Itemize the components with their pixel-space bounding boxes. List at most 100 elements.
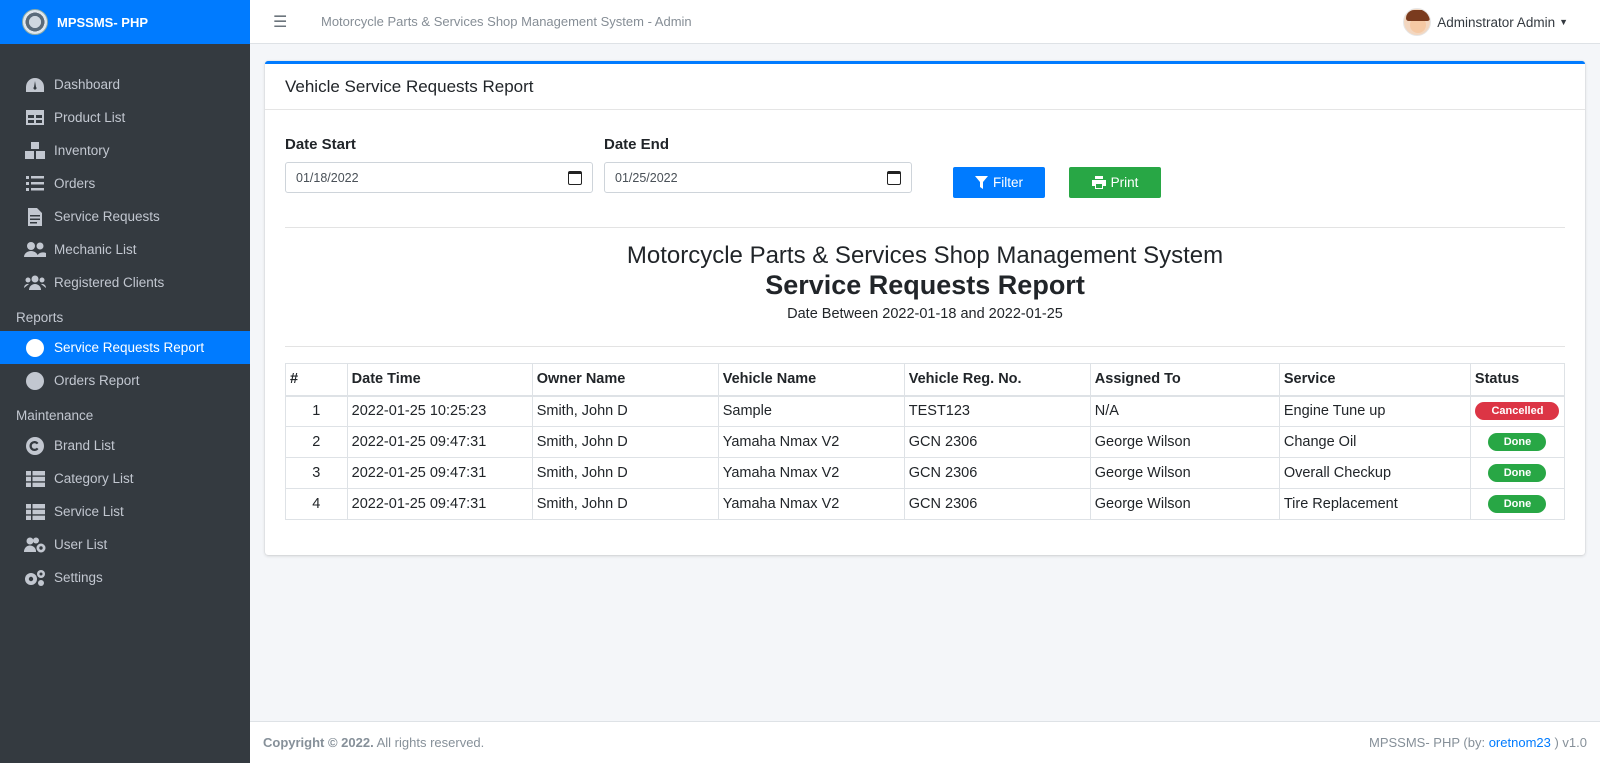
assigned-to-cell: George Wilson bbox=[1089, 488, 1280, 520]
report-card: Vehicle Service Requests Report Date Sta… bbox=[265, 61, 1585, 555]
footer-copyright: Copyright © 2022. All rights reserved. bbox=[263, 735, 484, 750]
assigned-to-cell: George Wilson bbox=[1089, 457, 1280, 489]
sidebar-item-inventory[interactable]: Inventory bbox=[0, 134, 250, 167]
sidebar-item-label: Product List bbox=[54, 110, 126, 125]
top-navbar: ☰ Motorcycle Parts & Services Shop Manag… bbox=[250, 0, 1600, 44]
sidebar-item-label: Orders bbox=[54, 176, 96, 191]
vehicle-reg-cell: GCN 2306 bbox=[903, 488, 1091, 520]
sidebar-item-label: Orders Report bbox=[54, 373, 140, 388]
brand-link[interactable]: MPSSMS- PHP bbox=[0, 0, 250, 44]
sidebar-item-service-requests-report[interactable]: Service Requests Report bbox=[0, 331, 250, 364]
sidebar-item-label: Mechanic List bbox=[54, 242, 137, 257]
th-list-icon bbox=[24, 470, 46, 488]
service-cell: Overall Checkup bbox=[1278, 457, 1471, 489]
list-check-icon bbox=[24, 175, 46, 193]
user-menu[interactable]: Adminstrator Admin ▼ bbox=[1403, 8, 1568, 36]
status-badge: Cancelled bbox=[1475, 402, 1560, 421]
author-link[interactable]: oretnom23 bbox=[1489, 735, 1551, 750]
owner-name-cell: Smith, John D bbox=[531, 457, 719, 489]
footer-credit: MPSSMS- PHP (by: oretnom23 ) v1.0 bbox=[1369, 735, 1587, 750]
copyright-suffix: All rights reserved. bbox=[376, 735, 485, 750]
service-cell: Engine Tune up bbox=[1278, 395, 1471, 427]
status-badge: Done bbox=[1488, 495, 1547, 513]
vehicle-reg-cell: GCN 2306 bbox=[903, 426, 1091, 458]
table-row: 3 2022-01-25 09:47:31 Smith, John D Yama… bbox=[285, 457, 1566, 489]
date-time-cell: 2022-01-25 09:47:31 bbox=[346, 457, 533, 489]
sidebar-item-brand-list[interactable]: Brand List bbox=[0, 429, 250, 462]
service-cell: Change Oil bbox=[1278, 426, 1471, 458]
sidebar-item-label: Service List bbox=[54, 504, 124, 519]
sidebar-item-label: User List bbox=[54, 537, 108, 552]
menu-toggle-icon[interactable]: ☰ bbox=[273, 12, 287, 32]
sidebar-item-category-list[interactable]: Category List bbox=[0, 462, 250, 495]
sidebar-item-product-list[interactable]: Product List bbox=[0, 101, 250, 134]
page-title: Motorcycle Parts & Services Shop Managem… bbox=[321, 14, 692, 29]
boxes-icon bbox=[24, 142, 46, 160]
report-title: Service Requests Report bbox=[765, 270, 1085, 300]
print-icon bbox=[1091, 176, 1106, 189]
service-cell: Tire Replacement bbox=[1278, 488, 1471, 520]
calendar-icon[interactable] bbox=[568, 170, 582, 185]
table-row: 2 2022-01-25 09:47:31 Smith, John D Yama… bbox=[285, 426, 1566, 458]
dashboard-icon bbox=[24, 76, 46, 94]
users-group-icon bbox=[24, 274, 46, 292]
sidebar-item-orders[interactable]: Orders bbox=[0, 167, 250, 200]
table-header-row: # Date Time Owner Name Vehicle Name Vehi… bbox=[285, 363, 1566, 397]
sidebar-item-label: Category List bbox=[54, 471, 134, 486]
date-start-value: 01/18/2022 bbox=[296, 170, 359, 185]
date-end-value: 01/25/2022 bbox=[615, 170, 678, 185]
print-button-label: Print bbox=[1110, 175, 1139, 190]
sidebar-item-mechanic-list[interactable]: Mechanic List bbox=[0, 233, 250, 266]
sidebar-item-registered-clients[interactable]: Registered Clients bbox=[0, 266, 250, 299]
status-cell: Cancelled bbox=[1469, 395, 1566, 427]
card-title: Vehicle Service Requests Report bbox=[265, 64, 1585, 110]
assigned-to-cell: N/A bbox=[1089, 395, 1280, 427]
date-end-label: Date End bbox=[604, 136, 670, 153]
status-cell: Done bbox=[1469, 426, 1566, 458]
brand-name: MPSSMS- PHP bbox=[57, 14, 149, 30]
column-header: Service bbox=[1278, 363, 1471, 397]
calendar-icon[interactable] bbox=[887, 170, 901, 185]
vehicle-name-cell: Sample bbox=[717, 395, 905, 427]
report-system-name: Motorcycle Parts & Services Shop Managem… bbox=[626, 242, 1224, 269]
table-icon bbox=[24, 109, 46, 127]
row-number: 3 bbox=[285, 457, 348, 489]
owner-name-cell: Smith, John D bbox=[531, 488, 719, 520]
maintenance-header: Maintenance bbox=[16, 408, 94, 423]
column-header: # bbox=[285, 363, 348, 397]
owner-name-cell: Smith, John D bbox=[531, 395, 719, 427]
caret-down-icon: ▼ bbox=[1559, 17, 1568, 27]
print-button[interactable]: Print bbox=[1069, 167, 1161, 198]
sidebar-item-orders-report[interactable]: Orders Report bbox=[0, 364, 250, 397]
sidebar-item-user-list[interactable]: User List bbox=[0, 528, 250, 561]
column-header: Vehicle Reg. No. bbox=[903, 363, 1091, 397]
copyright-icon bbox=[24, 436, 46, 455]
date-start-input[interactable]: 01/18/2022 bbox=[285, 162, 593, 193]
filter-button[interactable]: Filter bbox=[953, 167, 1045, 198]
sidebar-item-settings[interactable]: Settings bbox=[0, 561, 250, 594]
vehicle-name-cell: Yamaha Nmax V2 bbox=[717, 488, 905, 520]
status-cell: Done bbox=[1469, 457, 1566, 489]
date-end-input[interactable]: 01/25/2022 bbox=[604, 162, 912, 193]
sidebar-item-service-requests[interactable]: Service Requests bbox=[0, 200, 250, 233]
sidebar-item-label: Service Requests bbox=[54, 209, 160, 224]
reports-header: Reports bbox=[16, 310, 64, 325]
circle-icon bbox=[24, 338, 46, 357]
status-badge: Done bbox=[1488, 433, 1547, 451]
sidebar-item-dashboard[interactable]: Dashboard bbox=[0, 68, 250, 101]
assigned-to-cell: George Wilson bbox=[1089, 426, 1280, 458]
row-number: 4 bbox=[285, 488, 348, 520]
users-cog-icon bbox=[24, 536, 46, 554]
copyright-text: Copyright © 2022. bbox=[263, 735, 374, 750]
sidebar-item-label: Service Requests Report bbox=[54, 340, 205, 355]
row-number: 2 bbox=[285, 426, 348, 458]
table-row: 1 2022-01-25 10:25:23 Smith, John D Samp… bbox=[285, 395, 1566, 427]
column-header: Owner Name bbox=[531, 363, 719, 397]
sidebar-item-service-list[interactable]: Service List bbox=[0, 495, 250, 528]
report-date-range: Date Between 2022-01-18 and 2022-01-25 bbox=[787, 306, 1063, 322]
owner-name-cell: Smith, John D bbox=[531, 426, 719, 458]
credit-prefix: MPSSMS- PHP (by: bbox=[1369, 735, 1486, 750]
divider bbox=[285, 346, 1565, 347]
filter-form: Date Start 01/18/2022 Date End 01/25/202… bbox=[285, 136, 1565, 198]
sidebar-item-label: Inventory bbox=[54, 143, 110, 158]
